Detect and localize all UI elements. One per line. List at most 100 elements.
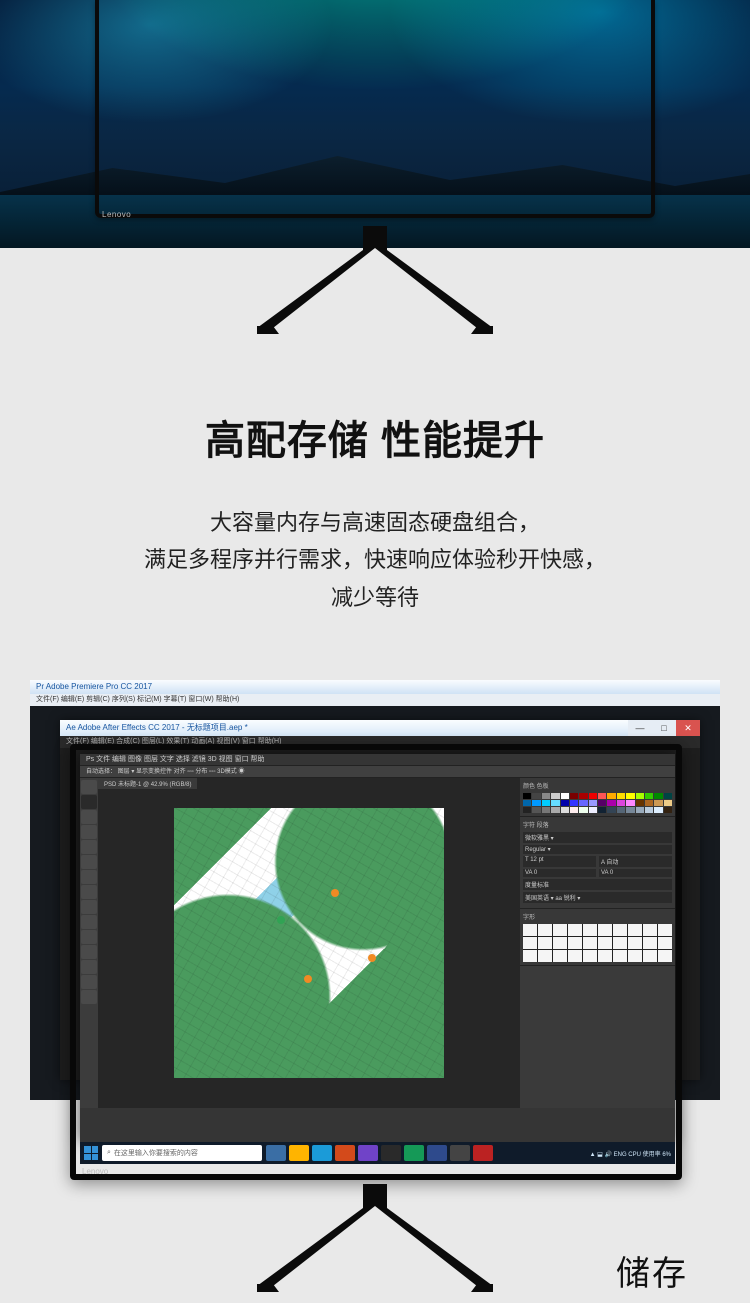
photoshop-canvas-area[interactable]: PSD 未标题-1 @ 42.9% (RGB/8) — [98, 778, 520, 1108]
swatch[interactable] — [626, 793, 634, 799]
swatch[interactable] — [645, 800, 653, 806]
pen-tool-icon[interactable] — [81, 930, 97, 944]
shape-tool-icon[interactable] — [81, 960, 97, 974]
swatch[interactable] — [551, 800, 559, 806]
font-style-select[interactable]: Regular ▾ — [523, 845, 672, 854]
taskbar-app-icon[interactable] — [381, 1145, 401, 1161]
taskbar-app-icon[interactable] — [404, 1145, 424, 1161]
glyphs-grid[interactable] — [523, 924, 672, 962]
photoshop-toolbox[interactable] — [80, 778, 98, 1108]
swatch[interactable] — [654, 800, 662, 806]
move-tool-icon[interactable] — [81, 780, 97, 794]
swatch[interactable] — [654, 793, 662, 799]
photoshop-options-bar[interactable]: 自动选择： 图层 ▾ 显示变换控件 对齐 ▫▫▫ 分布 ▫▫▫ 3D模式 ◉ — [80, 766, 675, 778]
swatch[interactable] — [561, 807, 569, 813]
swatch[interactable] — [570, 800, 578, 806]
swatch[interactable] — [523, 807, 531, 813]
wand-tool-icon[interactable] — [81, 825, 97, 839]
system-tray[interactable]: ▲ ⬓ 🔊 ENG CPU 使用率 6% — [590, 1149, 671, 1158]
aftereffects-titlebar[interactable]: Ae Adobe After Effects CC 2017 - 无标题项目.a… — [60, 720, 700, 736]
swatch[interactable] — [532, 793, 540, 799]
swatch[interactable] — [551, 793, 559, 799]
eyedropper-tool-icon[interactable] — [81, 855, 97, 869]
swatch[interactable] — [532, 807, 540, 813]
swatch[interactable] — [523, 793, 531, 799]
swatch[interactable] — [626, 800, 634, 806]
swatch[interactable] — [617, 807, 625, 813]
swatch[interactable] — [607, 807, 615, 813]
swatch[interactable] — [607, 793, 615, 799]
character-panel[interactable]: 字符 段落 微软雅黑 ▾ Regular ▾ T 12 pt A 自动 VA 0… — [520, 817, 675, 909]
zoom-tool-icon[interactable] — [81, 990, 97, 1004]
premiere-titlebar[interactable]: Pr Adobe Premiere Pro CC 2017 — [30, 680, 720, 694]
swatch[interactable] — [664, 800, 672, 806]
brush-tool-icon[interactable] — [81, 870, 97, 884]
swatch[interactable] — [626, 807, 634, 813]
swatch[interactable] — [645, 793, 653, 799]
swatch[interactable] — [542, 800, 550, 806]
aftereffects-menubar[interactable]: 文件(F) 编辑(E) 合成(C) 图层(L) 效果(T) 动画(A) 视图(V… — [60, 736, 700, 748]
metrics-field[interactable]: 度量标准 — [523, 879, 672, 890]
swatch[interactable] — [598, 807, 606, 813]
taskbar-app-icon[interactable] — [450, 1145, 470, 1161]
swatch[interactable] — [636, 793, 644, 799]
swatch[interactable] — [523, 800, 531, 806]
close-button[interactable]: ✕ — [676, 720, 700, 736]
swatches-grid[interactable] — [523, 793, 672, 813]
minimize-button[interactable]: — — [628, 720, 652, 736]
photoshop-canvas[interactable] — [174, 808, 444, 1078]
swatch[interactable] — [589, 793, 597, 799]
photoshop-document-tab[interactable]: PSD 未标题-1 @ 42.9% (RGB/8) — [98, 778, 197, 789]
swatch[interactable] — [561, 793, 569, 799]
swatch[interactable] — [542, 793, 550, 799]
marquee-tool-icon[interactable] — [81, 795, 97, 809]
taskbar-app-icon[interactable] — [473, 1145, 493, 1161]
leading-field[interactable]: A 自动 — [599, 856, 672, 867]
swatch[interactable] — [589, 807, 597, 813]
taskbar-search[interactable]: ⌕ 在这里输入你要搜索的内容 — [102, 1145, 262, 1161]
maximize-button[interactable]: □ — [652, 720, 676, 736]
type-tool-icon[interactable] — [81, 945, 97, 959]
lasso-tool-icon[interactable] — [81, 810, 97, 824]
swatch[interactable] — [551, 807, 559, 813]
swatch[interactable] — [617, 793, 625, 799]
color-swatches-panel[interactable]: 颜色 色板 — [520, 778, 675, 817]
swatch[interactable] — [570, 807, 578, 813]
swatch[interactable] — [617, 800, 625, 806]
gradient-tool-icon[interactable] — [81, 915, 97, 929]
swatch[interactable] — [579, 800, 587, 806]
font-family-select[interactable]: 微软雅黑 ▾ — [523, 832, 672, 843]
glyphs-panel[interactable]: 字形 — [520, 909, 675, 966]
font-size-field[interactable]: T 12 pt — [523, 856, 596, 867]
swatch[interactable] — [579, 807, 587, 813]
swatch[interactable] — [636, 807, 644, 813]
swatch[interactable] — [654, 807, 662, 813]
taskbar-app-icon[interactable] — [358, 1145, 378, 1161]
swatch[interactable] — [645, 807, 653, 813]
premiere-menubar[interactable]: 文件(F) 编辑(E) 剪辑(C) 序列(S) 标记(M) 字幕(T) 窗口(W… — [30, 694, 720, 706]
swatch[interactable] — [598, 793, 606, 799]
swatch[interactable] — [570, 793, 578, 799]
swatch[interactable] — [607, 800, 615, 806]
taskbar-app-icon[interactable] — [427, 1145, 447, 1161]
start-button[interactable] — [84, 1146, 98, 1160]
swatch[interactable] — [542, 807, 550, 813]
swatch[interactable] — [636, 800, 644, 806]
swatch[interactable] — [664, 807, 672, 813]
swatch[interactable] — [664, 793, 672, 799]
hand-tool-icon[interactable] — [81, 975, 97, 989]
taskbar-app-icon[interactable] — [312, 1145, 332, 1161]
crop-tool-icon[interactable] — [81, 840, 97, 854]
taskbar-app-icon[interactable] — [335, 1145, 355, 1161]
eraser-tool-icon[interactable] — [81, 900, 97, 914]
taskbar-app-icon[interactable] — [266, 1145, 286, 1161]
photoshop-window[interactable]: Ps 文件 编辑 图像 图层 文字 选择 滤镜 3D 视图 窗口 帮助 自动选择… — [80, 754, 675, 1142]
windows-taskbar[interactable]: ⌕ 在这里输入你要搜索的内容 ▲ ⬓ 🔊 ENG CPU 使用率 6% — [80, 1142, 675, 1164]
tracking-field[interactable]: VA 0 — [523, 869, 596, 877]
swatch[interactable] — [561, 800, 569, 806]
language-field[interactable]: 美国英语 ▾ aa 锐利 ▾ — [523, 892, 672, 903]
photoshop-menubar[interactable]: Ps 文件 编辑 图像 图层 文字 选择 滤镜 3D 视图 窗口 帮助 — [80, 754, 675, 766]
swatch[interactable] — [589, 800, 597, 806]
stamp-tool-icon[interactable] — [81, 885, 97, 899]
swatch[interactable] — [579, 793, 587, 799]
